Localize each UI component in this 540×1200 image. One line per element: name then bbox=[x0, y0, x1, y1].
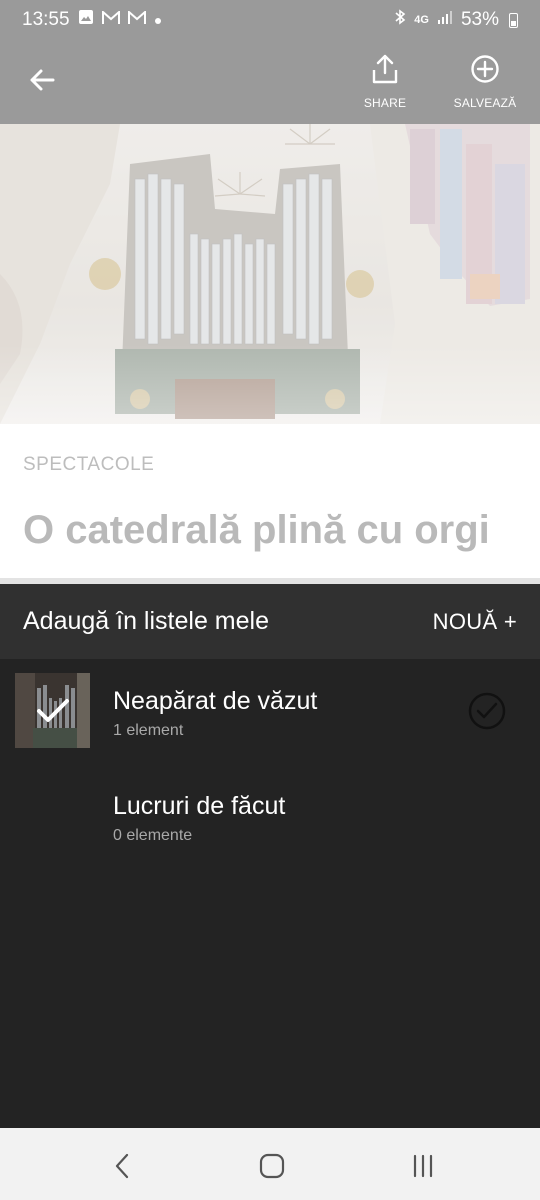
dot-icon bbox=[154, 9, 162, 31]
4g-icon: 4G bbox=[414, 14, 429, 26]
check-circle-icon[interactable] bbox=[467, 691, 507, 731]
nav-home-button[interactable] bbox=[252, 1146, 292, 1186]
new-list-button[interactable]: NOUĂ + bbox=[433, 609, 517, 635]
gallery-icon bbox=[78, 9, 94, 31]
recents-icon bbox=[413, 1154, 433, 1178]
status-bar: 13:55 4G 53% bbox=[0, 0, 540, 40]
article-card: SPECTACOLE O catedrală plină cu orgi bbox=[0, 424, 540, 578]
nav-back-button[interactable] bbox=[102, 1146, 142, 1186]
battery-icon bbox=[509, 12, 518, 28]
status-right: 4G 53% bbox=[394, 9, 518, 31]
share-button[interactable]: SHARE bbox=[360, 52, 410, 110]
gmail-icon bbox=[101, 9, 120, 31]
article-category: SPECTACOLE bbox=[23, 454, 155, 475]
list-count: 1 element bbox=[113, 722, 184, 739]
gmail-icon bbox=[127, 9, 146, 31]
article-title: O catedrală plină cu orgi bbox=[23, 508, 490, 552]
sheet-header: Adaugă în listele mele NOUĂ + bbox=[0, 584, 540, 659]
arrow-left-icon bbox=[30, 69, 55, 91]
save-label: SALVEAZĂ bbox=[453, 96, 517, 110]
chevron-left-icon bbox=[115, 1153, 129, 1179]
status-time: 13:55 bbox=[22, 9, 70, 30]
save-button[interactable]: SALVEAZĂ bbox=[448, 52, 522, 110]
battery-percent: 53% bbox=[460, 9, 499, 30]
list-item[interactable]: Neapărat de văzut 1 element bbox=[0, 659, 540, 763]
share-icon bbox=[368, 52, 402, 86]
list-item[interactable]: Lucruri de făcut 0 elemente bbox=[0, 764, 540, 868]
add-to-lists-sheet: Adaugă în listele mele NOUĂ + Neapărat d… bbox=[0, 584, 540, 1128]
hero-image bbox=[0, 124, 540, 424]
home-icon bbox=[259, 1153, 285, 1179]
nav-recents-button[interactable] bbox=[403, 1146, 443, 1186]
sheet-title: Adaugă în listele mele bbox=[23, 607, 269, 635]
system-nav-bar bbox=[0, 1128, 540, 1200]
share-label: SHARE bbox=[363, 96, 407, 110]
list-name: Lucruri de făcut bbox=[113, 792, 286, 820]
check-icon bbox=[15, 673, 90, 748]
back-button[interactable] bbox=[22, 60, 62, 100]
bluetooth-icon bbox=[394, 9, 406, 31]
status-left: 13:55 bbox=[22, 9, 162, 31]
list-name: Neapărat de văzut bbox=[113, 687, 318, 715]
list-count: 0 elemente bbox=[113, 827, 193, 844]
top-app-bar: SHARE SALVEAZĂ bbox=[0, 40, 540, 124]
signal-icon bbox=[437, 9, 453, 31]
add-circle-icon bbox=[468, 52, 502, 86]
list-thumbnail bbox=[15, 673, 90, 748]
